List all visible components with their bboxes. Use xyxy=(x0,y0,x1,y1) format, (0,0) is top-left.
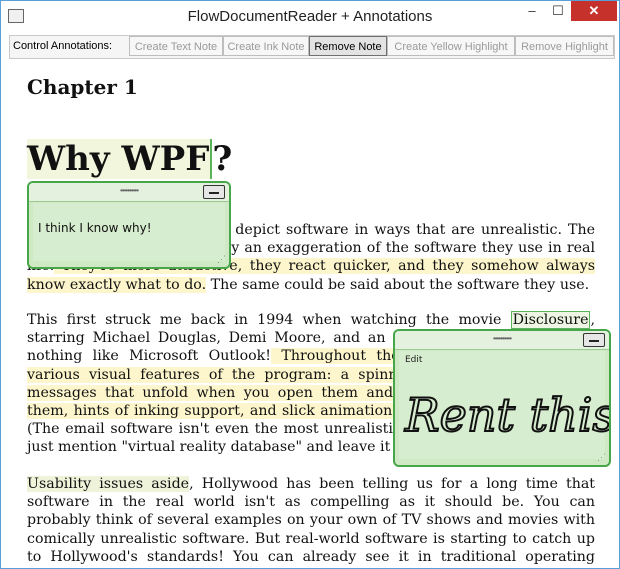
app-window: FlowDocumentReader + Annotations – ☐ ✕ C… xyxy=(0,0,620,569)
chapter-title: Chapter 1 xyxy=(27,75,138,99)
note-drag-bar[interactable]: •••••••••• xyxy=(29,183,229,202)
create-yellow-highlight-button[interactable]: Create Yellow Highlight xyxy=(387,36,515,56)
grip-icon[interactable]: •••••••••• xyxy=(29,186,229,195)
section-heading: Why WPF? xyxy=(27,139,232,179)
note-text[interactable]: I think I know why! xyxy=(38,221,152,235)
toolbar-label: Control Annotations: xyxy=(13,40,113,52)
remove-note-button[interactable]: Remove Note xyxy=(309,36,387,56)
title-bar[interactable]: FlowDocumentReader + Annotations – ☐ ✕ xyxy=(1,1,619,33)
minimize-note-button[interactable] xyxy=(203,185,225,199)
note-anchor-heading[interactable]: Why WPF xyxy=(27,139,213,179)
note-drag-bar[interactable]: •••••••••• xyxy=(395,331,609,350)
ink-canvas[interactable]: Edit Rent this! xyxy=(399,351,609,459)
resize-grip-icon[interactable]: ⋰ xyxy=(597,452,606,463)
heading-tail: ? xyxy=(212,139,233,179)
minimize-note-button[interactable] xyxy=(583,333,605,347)
minimize-button[interactable]: – xyxy=(519,1,545,21)
p1-text-b: The same could be said about the softwar… xyxy=(206,276,590,293)
paragraph-3: Usability issues aside, Hollywood has be… xyxy=(27,475,595,568)
note-anchor-usability[interactable]: Usability issues aside xyxy=(27,476,190,492)
ink-strokes: Rent this! xyxy=(404,388,609,442)
ink-handwriting: Rent this! xyxy=(403,387,609,443)
resize-grip-icon[interactable]: ⋰ xyxy=(217,254,226,265)
annotation-toolbar: Control Annotations: Create Text Note Cr… xyxy=(9,35,615,59)
grip-icon[interactable]: •••••••••• xyxy=(395,334,609,343)
remove-highlight-button[interactable]: Remove Highlight xyxy=(515,36,614,56)
note-anchor-disclosure[interactable]: Disclosure xyxy=(510,311,591,329)
create-text-note-button[interactable]: Create Text Note xyxy=(129,36,223,56)
maximize-button[interactable]: ☐ xyxy=(545,1,571,21)
ink-sticky-note[interactable]: •••••••••• Edit Rent this! ⋰ xyxy=(393,329,611,467)
note-text-area[interactable]: I think I know why! xyxy=(33,203,225,261)
p2-text-a: This first struck me back in 1994 when w… xyxy=(27,312,511,328)
close-button[interactable]: ✕ xyxy=(571,1,617,21)
create-ink-note-button[interactable]: Create Ink Note xyxy=(223,36,309,56)
text-sticky-note[interactable]: •••••••••• I think I know why! ⋰ xyxy=(27,181,231,269)
edit-menu[interactable]: Edit xyxy=(405,355,422,365)
